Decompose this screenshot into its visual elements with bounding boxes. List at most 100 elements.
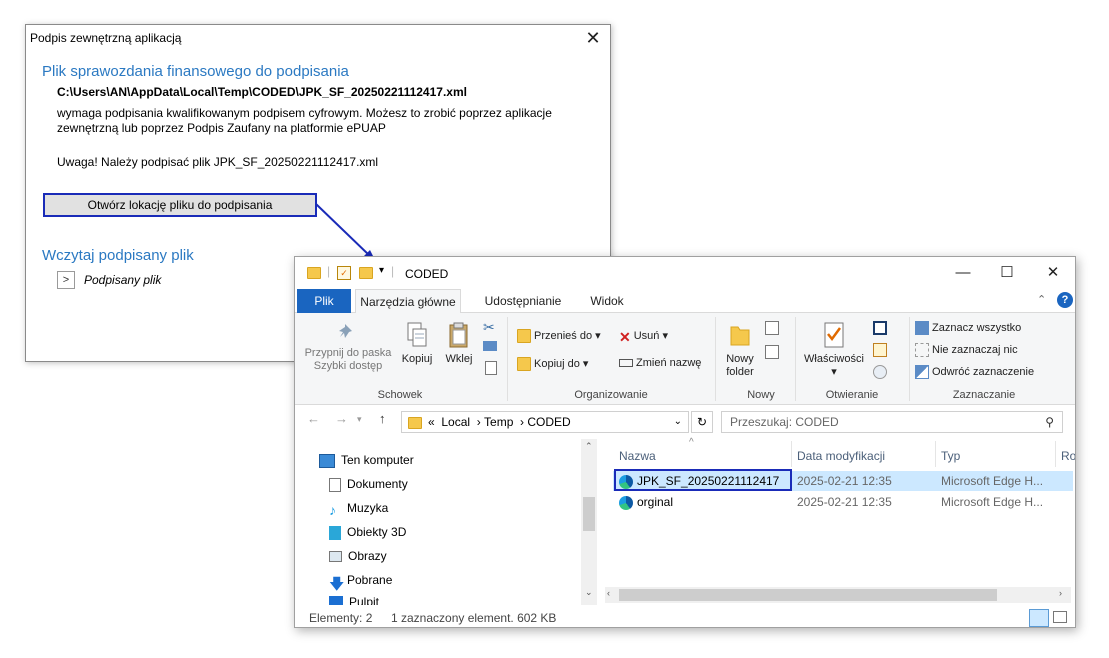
copy-path-icon[interactable] [483, 341, 497, 351]
copy-to-label: Kopiuj do [534, 358, 580, 370]
address-dropdown-icon[interactable]: ⌄ [674, 412, 682, 432]
invert-selection-button[interactable]: Odwróć zaznaczenie [915, 365, 1034, 379]
column-date[interactable]: Data modyfikacji [797, 449, 885, 463]
details-view-icon[interactable] [1029, 609, 1049, 627]
scroll-thumb[interactable] [583, 497, 595, 531]
expander-chevron-icon[interactable]: > [57, 271, 75, 289]
file-date: 2025-02-21 12:35 [797, 495, 892, 509]
copy-button[interactable]: Kopiuj [397, 321, 437, 366]
list-horizontal-scrollbar[interactable]: ‹ › [605, 587, 1071, 603]
rename-label: Zmień nazwę [636, 357, 702, 369]
column-separator[interactable] [935, 441, 936, 467]
crumb-coded[interactable]: CODED [527, 415, 570, 429]
group-label-open: Otwieranie [825, 389, 879, 401]
paste-shortcut-icon[interactable] [485, 361, 497, 375]
paste-button[interactable]: Wklej [441, 321, 477, 366]
tab-view[interactable]: Widok [579, 289, 635, 313]
select-all-button[interactable]: Zaznacz wszystko [915, 321, 1021, 335]
address-input[interactable]: « Local › Temp › CODED ⌄ [401, 411, 689, 433]
file-explorer-window: | ✓ ▾ | CODED — ☐ ✕ Plik Narzędzia główn… [294, 256, 1076, 628]
new-folder-button[interactable]: Nowy folder [721, 321, 759, 379]
scroll-down-icon[interactable]: ⌄ [585, 587, 593, 598]
nav-item-3d-objects[interactable]: Obiekty 3D [329, 525, 406, 540]
scroll-up-icon[interactable]: ⌃ [585, 441, 593, 452]
new-item-icon[interactable] [765, 321, 779, 335]
collapse-ribbon-icon[interactable]: ⌃ [1037, 293, 1046, 306]
file-name: orginal [637, 495, 674, 509]
nav-item-pictures[interactable]: Obrazy [329, 549, 387, 563]
download-arrow-icon: 🡇 [329, 575, 345, 593]
column-type[interactable]: Typ [941, 449, 960, 463]
select-all-label: Zaznacz wszystko [932, 321, 1022, 334]
copy-to-button[interactable]: Kopiuj do ▾ [517, 357, 588, 372]
large-icons-view-icon[interactable] [1053, 611, 1067, 623]
nav-item-downloads[interactable]: 🡇 Pobrane [329, 573, 392, 593]
desktop-icon [329, 595, 343, 605]
nav-item-desktop[interactable]: Pulpit [329, 595, 379, 605]
new-folder-label-2: folder [726, 366, 754, 378]
computer-icon [319, 453, 335, 468]
column-name[interactable]: Nazwa [619, 449, 656, 463]
warning-text: Uwaga! Należy podpisać plik JPK_SF_20250… [57, 155, 379, 169]
nav-item-this-pc[interactable]: Ten komputer [319, 453, 414, 468]
delete-label: Usuń [633, 330, 660, 342]
nav-item-documents[interactable]: Dokumenty [329, 477, 408, 492]
folder-icon [408, 416, 422, 429]
close-icon[interactable]: ✕ [582, 27, 604, 49]
select-none-button[interactable]: Nie zaznaczaj nic [915, 343, 1018, 357]
nav-scrollbar[interactable]: ⌃ ⌄ [581, 439, 597, 605]
properties-button[interactable]: Właściwości ▾ [801, 321, 867, 379]
highlight-box [614, 469, 792, 491]
group-label-new: Nowy [747, 389, 775, 401]
scroll-thumb[interactable] [619, 589, 997, 601]
cut-icon[interactable]: ✂ [483, 319, 495, 336]
new-folder-icon[interactable] [359, 267, 373, 279]
history-icon[interactable] [873, 365, 887, 379]
delete-button[interactable]: ✕ Usuń ▾ [619, 329, 668, 346]
pin-quick-access-button[interactable]: Przypnij do paska Szybki dostęp [301, 321, 395, 373]
refresh-icon[interactable]: ↻ [691, 411, 713, 433]
edit-icon[interactable] [873, 343, 887, 357]
up-arrow-icon[interactable]: ↑ [379, 411, 386, 426]
forward-arrow-icon[interactable]: → [335, 411, 348, 426]
close-icon[interactable]: ✕ [1041, 263, 1065, 283]
ribbon-tabs: Plik Narzędzia główne Udostępnianie Wido… [295, 289, 1075, 314]
recent-dropdown-icon[interactable]: ▾ [357, 414, 362, 425]
crumb-local[interactable]: Local [441, 415, 470, 429]
tab-share[interactable]: Udostępnianie [471, 289, 575, 313]
sort-caret-icon: ^ [689, 437, 694, 448]
table-row[interactable]: orginal 2025-02-21 12:35 Microsoft Edge … [613, 492, 1073, 512]
customize-dropdown-icon[interactable]: ▾ [379, 265, 384, 276]
open-icon[interactable] [873, 321, 887, 335]
cube-icon [329, 525, 341, 540]
column-size[interactable]: Ro [1061, 449, 1075, 463]
delete-x-icon: ✕ [619, 329, 631, 346]
nav-label: Pulpit [349, 595, 380, 605]
group-label-clipboard: Schowek [377, 389, 423, 401]
dialog-title: Podpis zewnętrzną aplikacją [30, 31, 182, 45]
back-arrow-icon[interactable]: ← [307, 411, 320, 426]
column-separator[interactable] [1055, 441, 1056, 467]
help-icon[interactable]: ? [1057, 292, 1073, 308]
tab-file[interactable]: Plik [297, 289, 351, 313]
move-to-button[interactable]: Przenieś do ▾ [517, 329, 601, 344]
invert-selection-icon [915, 365, 929, 379]
navigation-pane: Ten komputer Dokumenty ♪ Muzyka Obiekty 3… [295, 439, 595, 605]
nav-item-music[interactable]: ♪ Muzyka [329, 501, 388, 518]
crumb-temp[interactable]: Temp [484, 415, 513, 429]
tab-home[interactable]: Narzędzia główne [355, 289, 461, 314]
scroll-right-icon[interactable]: › [1059, 588, 1062, 598]
scroll-left-icon[interactable]: ‹ [607, 588, 610, 598]
open-file-location-button[interactable]: Otwórz lokację pliku do podpisania [43, 193, 317, 217]
easy-access-icon[interactable] [765, 345, 779, 359]
column-separator[interactable] [791, 441, 792, 467]
minimize-icon[interactable]: — [951, 263, 975, 283]
properties-check-icon[interactable]: ✓ [337, 266, 351, 280]
search-input[interactable]: Przeszukaj: CODED ⚲ [721, 411, 1063, 433]
select-all-icon [915, 321, 929, 335]
properties-icon [824, 322, 844, 348]
pin-label-1: Przypnij do paska [304, 347, 392, 359]
rename-button[interactable]: Zmień nazwę [619, 357, 701, 369]
maximize-icon[interactable]: ☐ [995, 263, 1019, 283]
paste-icon [449, 322, 468, 348]
